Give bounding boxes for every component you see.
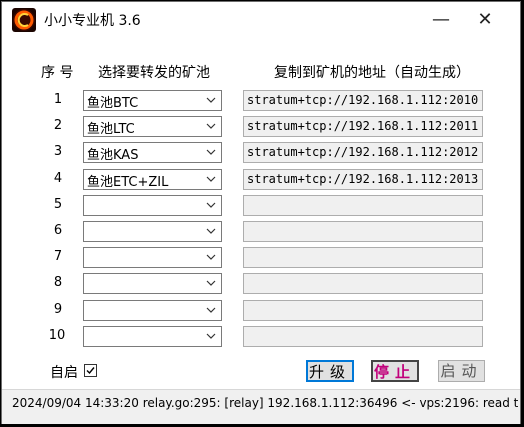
miner-address-field[interactable] [243, 247, 483, 268]
miner-address-field[interactable]: stratum+tcp://192.168.1.112:2013 [243, 169, 483, 190]
chevron-down-icon [206, 176, 216, 182]
pool-select[interactable]: 鱼池KAS [83, 142, 222, 163]
row-number: 6 [53, 223, 63, 238]
checkmark-icon [86, 367, 95, 375]
chevron-down-icon [206, 228, 216, 234]
pool-select[interactable]: 鱼池ETC+ZIL [83, 169, 222, 190]
row-number: 1 [53, 92, 63, 107]
row-number: 7 [53, 249, 63, 264]
row-number: 10 [48, 328, 66, 343]
row-number: 2 [53, 118, 63, 133]
stop-button[interactable]: 停止 [371, 360, 419, 382]
pool-select[interactable]: 鱼池LTC [83, 116, 222, 137]
row-number: 9 [53, 302, 63, 317]
pool-select[interactable] [83, 221, 222, 242]
chevron-down-icon [206, 149, 216, 155]
chevron-down-icon [206, 97, 216, 103]
row-number: 8 [53, 275, 63, 290]
pool-select-value: 鱼池BTC [87, 96, 139, 111]
pool-select-value: 鱼池ETC+ZIL [87, 175, 169, 190]
start-button[interactable]: 启动 [438, 360, 485, 382]
row-number: 5 [53, 197, 63, 212]
app-logo-icon [12, 8, 36, 32]
autostart-checkbox[interactable] [84, 364, 97, 377]
status-log-text: 2024/09/04 14:33:20 relay.go:295: [relay… [12, 396, 518, 410]
row-number: 3 [53, 144, 63, 159]
pool-select-value: 鱼池LTC [87, 122, 135, 137]
miner-address-field[interactable] [243, 326, 483, 347]
pool-select[interactable] [83, 273, 222, 294]
status-bar: 2024/09/04 14:33:20 relay.go:295: [relay… [2, 389, 520, 424]
pool-select[interactable]: 鱼池BTC [83, 90, 222, 111]
miner-address-field[interactable] [243, 195, 483, 216]
pool-select[interactable] [83, 326, 222, 347]
header-index: 序 号 [41, 65, 74, 81]
miner-address-field[interactable]: stratum+tcp://192.168.1.112:2011 [243, 116, 483, 137]
app-window: 小小专业机 3.6 — ✕ 序 号 选择要转发的矿池 复制到矿机的地址（自动生成… [1, 1, 521, 424]
miner-address-field[interactable] [243, 300, 483, 321]
chevron-down-icon [206, 254, 216, 260]
miner-address-field[interactable] [243, 221, 483, 242]
close-button[interactable]: ✕ [468, 2, 502, 36]
header-address: 复制到矿机的地址（自动生成） [274, 65, 470, 81]
chevron-down-icon [206, 123, 216, 129]
pool-select-value: 鱼池KAS [87, 148, 139, 163]
pool-select[interactable] [83, 247, 222, 268]
miner-address-field[interactable]: stratum+tcp://192.168.1.112:2010 [243, 90, 483, 111]
header-pool: 选择要转发的矿池 [98, 65, 210, 81]
minimize-button[interactable]: — [424, 2, 458, 36]
miner-address-field[interactable]: stratum+tcp://192.168.1.112:2012 [243, 142, 483, 163]
miner-address-field[interactable] [243, 273, 483, 294]
pool-select[interactable] [83, 300, 222, 321]
chevron-down-icon [206, 202, 216, 208]
chevron-down-icon [206, 280, 216, 286]
pool-select[interactable] [83, 195, 222, 216]
upgrade-button[interactable]: 升级 [306, 360, 354, 382]
chevron-down-icon [206, 333, 216, 339]
title-bar[interactable]: 小小专业机 3.6 — ✕ [2, 2, 520, 36]
chevron-down-icon [206, 307, 216, 313]
autostart-label: 自启 [50, 365, 78, 381]
window-title: 小小专业机 3.6 [44, 13, 141, 29]
row-number: 4 [53, 171, 63, 186]
